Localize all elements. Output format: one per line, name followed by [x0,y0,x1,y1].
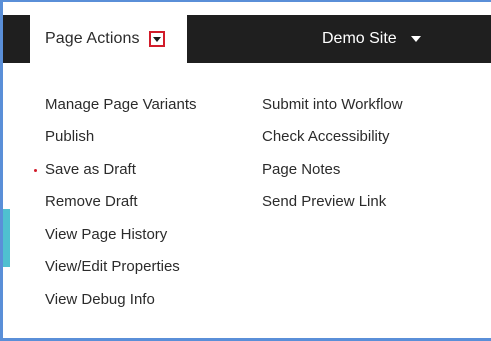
active-dot-icon [34,169,37,172]
menu-item-view-page-history[interactable]: View Page History [45,226,167,244]
menu-item-manage-page-variants[interactable]: Manage Page Variants [45,96,197,114]
page-actions-dropdown-toggle[interactable] [148,31,165,47]
site-name: Demo Site [322,30,397,47]
page-actions-tab[interactable]: Page Actions [30,15,187,63]
chevron-down-icon [152,37,161,42]
page-actions-label: Page Actions [45,30,140,47]
menu-item-remove-draft[interactable]: Remove Draft [45,193,138,211]
menu-item-save-as-draft[interactable]: Save as Draft [45,161,136,179]
menu-item-send-preview-link[interactable]: Send Preview Link [262,193,386,211]
menu-item-publish[interactable]: Publish [45,128,94,146]
menu-item-view-debug-info[interactable]: View Debug Info [45,291,155,309]
sidebar-accent [3,209,10,267]
menu-item-view-edit-properties[interactable]: View/Edit Properties [45,258,180,276]
navbar-left-edge [3,15,10,63]
menu-item-page-notes[interactable]: Page Notes [262,161,340,179]
site-switcher[interactable]: Demo Site [322,15,421,63]
menu-item-submit-into-workflow[interactable]: Submit into Workflow [262,96,403,114]
chevron-down-icon [410,36,421,42]
screen-frame: Page Actions Demo Site Manage Page Varia… [0,0,491,341]
window-top-border [0,0,491,10]
page-actions-menu: Manage Page Variants Publish Save as Dra… [10,63,491,338]
menu-item-check-accessibility[interactable]: Check Accessibility [262,128,390,146]
